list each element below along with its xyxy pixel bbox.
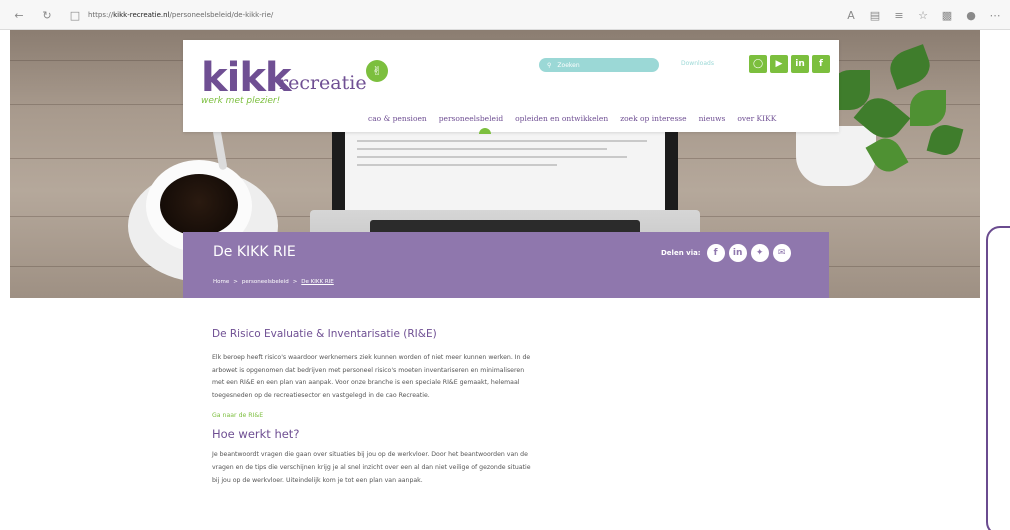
breadcrumb-separator: > xyxy=(292,279,298,285)
browser-toolbar: ← ↻ □ https:// kikk-recreatie.nl /person… xyxy=(0,0,1010,30)
logo-badge-icon: ✌ xyxy=(366,60,388,82)
reader-view-icon[interactable]: ▤ xyxy=(866,6,884,24)
intro-line: toegesneden op de recreatiesector en vas… xyxy=(212,391,430,399)
youtube-icon[interactable]: ▶ xyxy=(770,55,788,73)
back-icon[interactable]: ← xyxy=(10,6,28,24)
how-line: Je beantwoordt vragen die gaan over situ… xyxy=(212,451,528,459)
url-prefix: https:// xyxy=(88,11,114,19)
nav-item-nieuws[interactable]: nieuws xyxy=(699,114,726,123)
more-icon[interactable]: ⋯ xyxy=(986,6,1004,24)
site-header: kikk recreatie ✌ werk met plezier! ⚲ Zoe… xyxy=(183,40,839,134)
logo-tagline: werk met plezier! xyxy=(201,96,281,106)
favorites-icon[interactable]: ☆ xyxy=(914,6,932,24)
page-title: De KIKK RIE xyxy=(213,244,296,260)
linkedin-icon[interactable]: in xyxy=(728,244,747,262)
facebook-icon[interactable]: f xyxy=(812,55,830,73)
url-path: /personeelsbeleid/de-kikk-rie/ xyxy=(169,11,274,19)
nav-item-cao-pensioen[interactable]: cao & pensioen xyxy=(368,114,427,123)
page-info-icon[interactable]: □ xyxy=(66,6,84,24)
intro-line: arbowet is opgenomen dat bedrijven met p… xyxy=(212,366,525,374)
search-input[interactable]: ⚲ Zoeken xyxy=(539,58,659,72)
read-aloud-icon[interactable]: A xyxy=(842,6,860,24)
breadcrumb-current[interactable]: De KIKK RIE xyxy=(301,279,333,285)
intro-line: Elk beroep heeft risico's waardoor werkn… xyxy=(212,354,531,361)
intro-line: met een RI&E en een plan van aanpak. Voo… xyxy=(212,379,520,387)
share-label: Delen via: xyxy=(661,249,701,257)
translate-icon[interactable]: ≡ xyxy=(890,6,908,24)
how-line: bij jou op de werkvloer. Uiteindelijk ko… xyxy=(212,476,423,484)
nav-item-over-kikk[interactable]: over KIKK xyxy=(737,114,776,123)
instagram-icon[interactable]: ◯ xyxy=(749,55,767,73)
active-nav-indicator xyxy=(479,128,491,134)
nav-item-zoek-op-interesse[interactable]: zoek op interesse xyxy=(620,114,686,123)
rie-link[interactable]: Ga naar de RI&E xyxy=(212,412,632,419)
main-content: De Risico Evaluatie & Inventarisatie (RI… xyxy=(212,328,632,487)
downloads-link[interactable]: Downloads xyxy=(681,60,714,67)
twitter-icon[interactable]: ✦ xyxy=(750,244,769,262)
logo[interactable]: kikk xyxy=(201,58,292,98)
main-nav: cao & pensioen personeelsbeleid opleiden… xyxy=(368,114,776,123)
facebook-icon[interactable]: f xyxy=(706,244,725,262)
collections-icon[interactable]: ▩ xyxy=(938,6,956,24)
overlay-card xyxy=(986,226,1010,530)
address-bar[interactable]: https:// kikk-recreatie.nl /personeelsbe… xyxy=(88,6,548,24)
nav-item-opleiden[interactable]: opleiden en ontwikkelen xyxy=(515,114,608,123)
section-title: De Risico Evaluatie & Inventarisatie (RI… xyxy=(212,328,437,340)
profile-icon[interactable]: ● xyxy=(962,6,980,24)
nav-item-personeelsbeleid[interactable]: personeelsbeleid xyxy=(439,114,503,123)
reload-icon[interactable]: ↻ xyxy=(38,6,56,24)
email-icon[interactable]: ✉ xyxy=(772,244,791,262)
share-row: Delen via: f in ✦ ✉ xyxy=(661,244,791,262)
intro-paragraph: Elk beroep heeft risico's waardoor werkn… xyxy=(212,352,632,402)
linkedin-icon[interactable]: in xyxy=(791,55,809,73)
how-it-works-heading: Hoe werkt het? xyxy=(212,427,300,442)
breadcrumb-personeelsbeleid[interactable]: personeelsbeleid xyxy=(242,279,289,285)
breadcrumb-separator: > xyxy=(233,279,238,285)
how-paragraph: Je beantwoordt vragen die gaan over situ… xyxy=(212,449,632,487)
breadcrumb: Home > personeelsbeleid > De KIKK RIE xyxy=(213,279,334,285)
how-line: vragen en de tips die verschijnen krijg … xyxy=(212,463,531,471)
page-title-band: De KIKK RIE Delen via: f in ✦ ✉ Home > p… xyxy=(183,232,829,298)
breadcrumb-home[interactable]: Home xyxy=(213,279,229,285)
search-icon: ⚲ xyxy=(547,61,552,69)
plant-illustration xyxy=(796,126,876,186)
logo-subtitle[interactable]: recreatie xyxy=(279,72,367,94)
search-placeholder: Zoeken xyxy=(557,61,580,69)
url-host: kikk-recreatie.nl xyxy=(113,11,170,19)
